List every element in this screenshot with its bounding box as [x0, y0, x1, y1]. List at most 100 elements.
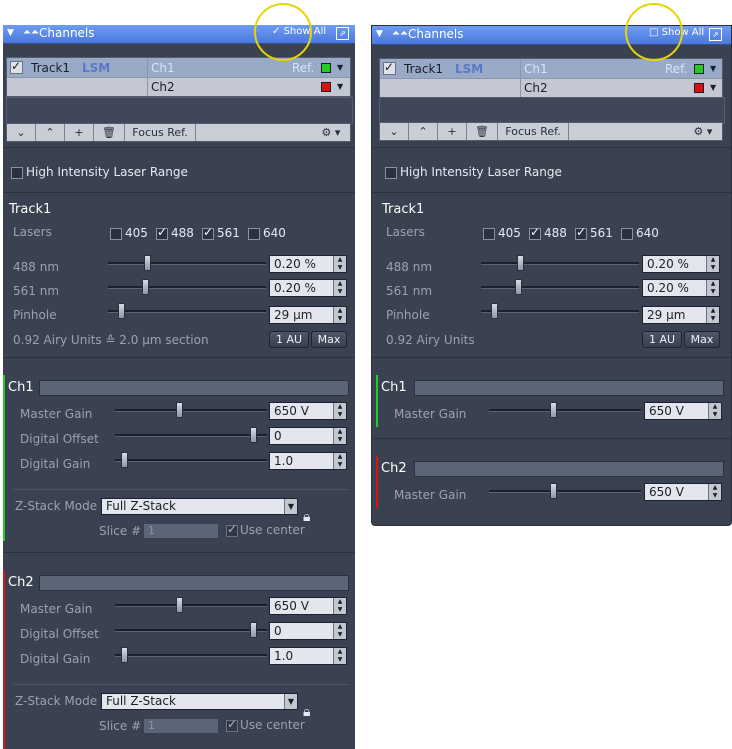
ch1-digital-gain-track[interactable]	[115, 459, 267, 462]
spin-arrows-icon[interactable]: ▲ ▼	[706, 307, 719, 323]
laser-561-checkbox[interactable]: ✓	[202, 225, 214, 240]
spin-arrows-icon[interactable]: ▲ ▼	[706, 256, 719, 272]
ch1-color-swatch[interactable]	[321, 63, 331, 73]
ch2-name-field[interactable]	[39, 575, 349, 591]
add-icon[interactable]: +	[438, 123, 467, 140]
spin-arrows-icon[interactable]: ▲ ▼	[708, 484, 721, 500]
ch2-lock-icon[interactable]: 🔒︎	[303, 704, 310, 720]
pinhole-slider-track[interactable]	[108, 310, 266, 313]
high-intensity-checkbox[interactable]	[385, 167, 397, 179]
nm561-slider-handle[interactable]	[515, 279, 522, 295]
ch2-dropdown-icon[interactable]: ▼	[337, 82, 343, 91]
spin-arrows-icon[interactable]: ▲ ▼	[708, 403, 721, 419]
ch2-name-field[interactable]	[414, 461, 724, 477]
nm561-slider-track[interactable]	[108, 286, 266, 289]
move-up-icon[interactable]: ⌃	[409, 123, 438, 140]
nm561-slider-track[interactable]	[481, 286, 639, 289]
spin-arrows-icon[interactable]: ▲ ▼	[333, 453, 346, 469]
spin-arrows-icon[interactable]: ▲ ▼	[706, 280, 719, 296]
nm488-spinbox[interactable]: 0.20 % ▲ ▼	[642, 255, 720, 273]
move-down-icon[interactable]: ⌄	[7, 124, 36, 141]
undock-icon[interactable]: ⇗	[336, 27, 349, 40]
laser-405-checkbox[interactable]	[110, 228, 122, 240]
ch2-dropdown-icon[interactable]: ▼	[710, 83, 716, 92]
ch2-master-gain-spinbox[interactable]: 650 V ▲ ▼	[269, 597, 347, 615]
nm561-slider-handle[interactable]	[142, 279, 149, 295]
laser-561-checkbox[interactable]: ✓	[575, 225, 587, 240]
ch1-dropdown-icon[interactable]: ▼	[337, 63, 343, 72]
ch2-zstack-dropdown[interactable]: Full Z-Stack ▼	[101, 693, 298, 710]
ch1-digital-gain-spinbox[interactable]: 1.0 ▲ ▼	[269, 452, 347, 470]
spin-arrows-icon[interactable]: ▲ ▼	[333, 403, 346, 419]
ch2-color-swatch[interactable]	[694, 83, 704, 93]
spin-arrows-icon[interactable]: ▲ ▼	[333, 307, 346, 323]
nm488-slider-track[interactable]	[481, 262, 639, 265]
pinhole-slider-track[interactable]	[481, 310, 639, 313]
ch1-digital-gain-handle[interactable]	[121, 452, 128, 468]
ch2-master-gain-spinbox[interactable]: 650 V ▲ ▼	[644, 483, 722, 501]
ch2-master-gain-handle[interactable]	[550, 483, 557, 499]
one-au-button[interactable]: 1 AU	[269, 331, 309, 348]
track1-checkbox[interactable]: ✓	[383, 60, 396, 75]
spin-arrows-icon[interactable]: ▲ ▼	[333, 623, 346, 639]
ch1-master-gain-track[interactable]	[489, 409, 641, 412]
pinhole-slider-handle[interactable]	[118, 303, 125, 319]
focus-ref-button[interactable]: Focus Ref.	[498, 123, 569, 140]
ch1-digital-offset-handle[interactable]	[250, 427, 257, 443]
collapse-arrow-icon[interactable]: ▼	[7, 28, 14, 38]
nm561-spinbox[interactable]: 0.20 % ▲ ▼	[642, 279, 720, 297]
laser-488-checkbox[interactable]: ✓	[156, 225, 168, 240]
ch2-color-swatch[interactable]	[321, 82, 331, 92]
settings-gear-icon[interactable]: ⚙ ▾	[312, 124, 350, 141]
ch1-name-field[interactable]	[414, 380, 724, 396]
ch1-master-gain-handle[interactable]	[176, 402, 183, 418]
delete-icon[interactable]: 🗑	[467, 123, 498, 140]
nm561-spinbox[interactable]: 0.20 % ▲ ▼	[269, 279, 347, 297]
ch1-digital-offset-track[interactable]	[115, 434, 267, 437]
nm488-slider-track[interactable]	[108, 262, 266, 265]
ch1-lock-icon[interactable]: 🔒︎	[303, 509, 310, 525]
pinhole-spinbox[interactable]: 29 µm ▲ ▼	[642, 306, 720, 324]
spin-arrows-icon[interactable]: ▲ ▼	[333, 428, 346, 444]
nm488-slider-handle[interactable]	[517, 255, 524, 271]
ch2-master-gain-track[interactable]	[115, 604, 267, 607]
pinhole-slider-handle[interactable]	[491, 303, 498, 319]
spin-arrows-icon[interactable]: ▲ ▼	[333, 280, 346, 296]
ch2-digital-gain-track[interactable]	[115, 654, 267, 657]
ch1-master-gain-handle[interactable]	[550, 402, 557, 418]
dropdown-arrow-icon[interactable]: ▼	[284, 499, 297, 514]
laser-488-checkbox[interactable]: ✓	[529, 225, 541, 240]
ch1-master-gain-spinbox[interactable]: 650 V ▲ ▼	[644, 402, 722, 420]
ch2-digital-gain-spinbox[interactable]: 1.0 ▲ ▼	[269, 647, 347, 665]
nm488-spinbox[interactable]: 0.20 % ▲ ▼	[269, 255, 347, 273]
laser-640-checkbox[interactable]	[248, 228, 260, 240]
laser-640-checkbox[interactable]	[621, 228, 633, 240]
high-intensity-checkbox[interactable]	[11, 167, 23, 179]
max-button[interactable]: Max	[684, 331, 720, 348]
ch1-name-field[interactable]	[39, 380, 349, 396]
dropdown-arrow-icon[interactable]: ▼	[284, 694, 297, 709]
delete-icon[interactable]: 🗑	[94, 124, 125, 141]
pinhole-spinbox[interactable]: 29 µm ▲ ▼	[269, 306, 347, 324]
ch2-master-gain-handle[interactable]	[176, 597, 183, 613]
settings-gear-icon[interactable]: ⚙ ▾	[684, 123, 722, 140]
ch2-digital-offset-track[interactable]	[115, 629, 267, 632]
move-down-icon[interactable]: ⌄	[380, 123, 409, 140]
ch1-master-gain-spinbox[interactable]: 650 V ▲ ▼	[269, 402, 347, 420]
ch1-master-gain-track[interactable]	[115, 409, 267, 412]
collapse-arrow-icon[interactable]: ▼	[376, 29, 383, 39]
ch1-digital-offset-spinbox[interactable]: 0 ▲ ▼	[269, 427, 347, 445]
ch1-dropdown-icon[interactable]: ▼	[710, 64, 716, 73]
ch2-master-gain-track[interactable]	[489, 490, 641, 493]
spin-arrows-icon[interactable]: ▲ ▼	[333, 648, 346, 664]
focus-ref-button[interactable]: Focus Ref.	[125, 124, 196, 141]
ch1-zstack-dropdown[interactable]: Full Z-Stack ▼	[101, 498, 298, 515]
ch2-digital-gain-handle[interactable]	[121, 647, 128, 663]
ch1-color-swatch[interactable]	[694, 64, 704, 74]
track1-checkbox[interactable]: ✓	[10, 59, 23, 74]
ch2-digital-offset-handle[interactable]	[250, 622, 257, 638]
laser-405-checkbox[interactable]	[483, 228, 495, 240]
one-au-button[interactable]: 1 AU	[642, 331, 682, 348]
max-button[interactable]: Max	[311, 331, 347, 348]
ch2-digital-offset-spinbox[interactable]: 0 ▲ ▼	[269, 622, 347, 640]
